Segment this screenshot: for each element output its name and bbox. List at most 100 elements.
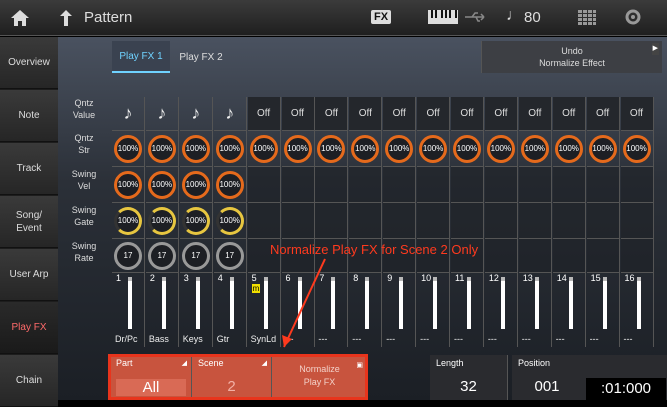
grid-cell[interactable]: 100% [586, 131, 620, 167]
grid-cell[interactable]: Off [552, 97, 586, 131]
sidebar-item-play-fx[interactable]: Play FX [0, 302, 58, 354]
channel-9[interactable]: 9 --- [383, 271, 417, 347]
grid-cell[interactable]: Off [349, 97, 383, 131]
channel-10[interactable]: 10 --- [417, 271, 451, 347]
grid-cell[interactable]: 100% [179, 203, 213, 239]
grid-cell[interactable]: 100% [179, 167, 213, 203]
sidebar-item-overview[interactable]: Overview [0, 37, 58, 89]
fader-handle[interactable] [433, 277, 438, 281]
grid-cell[interactable]: 100% [518, 131, 552, 167]
tab-play-fx-1[interactable]: Play FX 1 [112, 41, 170, 73]
fader[interactable] [229, 277, 234, 329]
fader-handle[interactable] [128, 277, 132, 281]
tempo-value[interactable]: 80 [524, 9, 541, 26]
position-field[interactable]: Position 001 :01:000 [512, 355, 667, 400]
fader-handle[interactable] [602, 277, 607, 281]
grid-cell[interactable]: 100% [383, 131, 417, 167]
fader[interactable] [365, 277, 370, 329]
grid-cell[interactable]: Off [247, 97, 281, 131]
channel-8[interactable]: 8 --- [349, 271, 383, 347]
fader-handle[interactable] [229, 277, 234, 281]
fader[interactable] [534, 277, 539, 329]
sidebar-item-track[interactable]: Track [0, 143, 58, 195]
grid-cell[interactable]: ♪ [179, 97, 213, 131]
channel-16[interactable]: 16 --- [621, 271, 654, 347]
grid-cell[interactable]: 100% [281, 131, 315, 167]
grid-cell[interactable]: ♪ [112, 97, 145, 131]
sidebar-item-chain[interactable]: Chain [0, 355, 58, 407]
fader[interactable] [636, 277, 641, 329]
channel-2[interactable]: 2 Bass [146, 271, 179, 347]
grid-cell[interactable]: 100% [145, 203, 179, 239]
channel-4[interactable]: 4 Gtr [214, 271, 247, 347]
fader[interactable] [433, 277, 438, 329]
grid-cell[interactable]: 100% [315, 131, 349, 167]
grid-cell[interactable]: 100% [213, 203, 247, 239]
fader[interactable] [500, 277, 505, 329]
fader-handle[interactable] [195, 277, 200, 281]
undo-normalize-button[interactable]: ▶ Undo Normalize Effect [481, 41, 662, 73]
grid-cell[interactable]: 100% [213, 167, 247, 203]
grid-cell[interactable]: Off [620, 97, 654, 131]
channel-13[interactable]: 13 --- [519, 271, 552, 347]
grid-cell[interactable]: ♪ [145, 97, 179, 131]
grid-cell[interactable]: Off [518, 97, 552, 131]
grid-cell[interactable]: 100% [112, 131, 145, 167]
grid-cell[interactable]: Off [417, 97, 451, 131]
grid-cell[interactable]: Off [586, 97, 620, 131]
grid-icon[interactable] [578, 10, 596, 25]
fader[interactable] [263, 277, 268, 329]
fader-handle[interactable] [399, 277, 404, 281]
fader-handle[interactable] [263, 277, 268, 281]
fader[interactable] [331, 277, 336, 329]
grid-cell[interactable]: Off [383, 97, 417, 131]
home-icon[interactable] [10, 9, 30, 27]
grid-cell[interactable]: 100% [247, 131, 281, 167]
length-field[interactable]: Length 32 [430, 355, 508, 400]
grid-cell[interactable]: Off [315, 97, 349, 131]
grid-cell[interactable]: Off [484, 97, 518, 131]
grid-cell[interactable]: 100% [417, 131, 451, 167]
grid-cell[interactable]: 100% [552, 131, 586, 167]
gear-icon[interactable] [624, 8, 642, 26]
grid-cell[interactable]: 100% [145, 131, 179, 167]
grid-cell[interactable]: 100% [349, 131, 383, 167]
sidebar-item-user-arp[interactable]: User Arp [0, 249, 58, 301]
grid-cell[interactable]: Off [451, 97, 484, 131]
fader[interactable] [602, 277, 607, 329]
grid-cell[interactable]: 100% [145, 167, 179, 203]
fader-handle[interactable] [467, 277, 471, 281]
grid-cell[interactable]: 100% [213, 131, 247, 167]
fader-handle[interactable] [161, 277, 166, 281]
grid-cell[interactable]: 100% [484, 131, 518, 167]
channel-14[interactable]: 14 --- [553, 271, 586, 347]
fader-handle[interactable] [636, 277, 641, 281]
sidebar-item-note[interactable]: Note [0, 90, 58, 142]
grid-cell[interactable]: 17 [145, 239, 179, 273]
grid-cell[interactable]: 17 [213, 239, 247, 273]
grid-cell[interactable]: 100% [112, 167, 145, 203]
grid-cell[interactable]: 100% [112, 203, 145, 239]
back-arrow-icon[interactable] [56, 8, 76, 28]
grid-cell[interactable]: 17 [179, 239, 213, 273]
grid-cell[interactable]: 100% [451, 131, 484, 167]
grid-cell[interactable]: 17 [112, 239, 145, 273]
fx-badge[interactable]: FX [371, 10, 392, 24]
tab-play-fx-2[interactable]: Play FX 2 [172, 41, 230, 73]
fader-handle[interactable] [365, 277, 370, 281]
grid-cell[interactable]: 100% [620, 131, 654, 167]
channel-1[interactable]: 1 Dr/Pc [112, 271, 145, 347]
sidebar-item-song-event[interactable]: Song/ Event [0, 196, 58, 248]
channel-11[interactable]: 11 --- [451, 271, 484, 347]
grid-cell[interactable]: Off [281, 97, 315, 131]
fader[interactable] [161, 277, 166, 329]
fader-handle[interactable] [534, 277, 539, 281]
fader-handle[interactable] [500, 277, 505, 281]
fader[interactable] [399, 277, 404, 329]
channel-15[interactable]: 15 --- [587, 271, 620, 347]
fader[interactable] [128, 277, 132, 329]
grid-cell[interactable]: 100% [179, 131, 213, 167]
fader-handle[interactable] [331, 277, 336, 281]
fader[interactable] [195, 277, 200, 329]
fader[interactable] [467, 277, 471, 329]
